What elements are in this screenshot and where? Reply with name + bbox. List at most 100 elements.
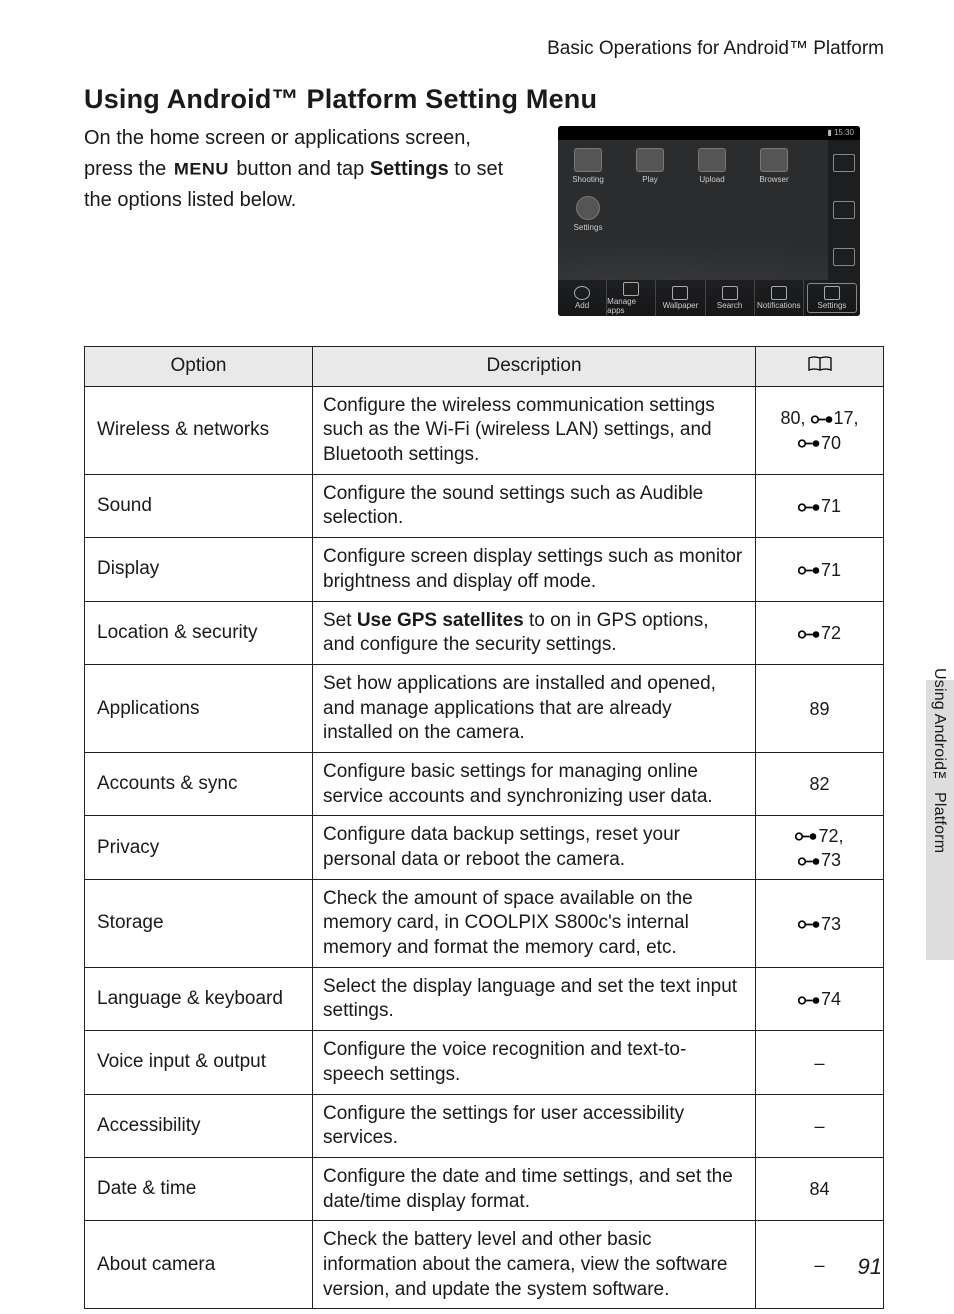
reference-cell: 73 <box>756 879 884 967</box>
ref-text: 17, <box>834 408 859 428</box>
bottom-add: Add <box>558 280 607 316</box>
book-icon <box>808 355 832 377</box>
ref-line: – <box>766 1114 873 1138</box>
description-cell: Configure the settings for user accessib… <box>313 1094 756 1157</box>
ref-text: 72 <box>821 623 841 643</box>
ref-text: 73 <box>821 914 841 934</box>
status-time: 15:30 <box>834 128 854 137</box>
reference-icon <box>811 414 833 425</box>
ref-text: – <box>814 1053 824 1073</box>
ref-text: 72, <box>818 826 843 846</box>
ref-text: 80, <box>780 408 810 428</box>
description-cell: Configure the voice recognition and text… <box>313 1031 756 1094</box>
ref-line: 72, <box>766 824 873 848</box>
reference-cell: – <box>756 1031 884 1094</box>
reference-cell: 82 <box>756 752 884 815</box>
table-row: DisplayConfigure screen display settings… <box>85 538 884 601</box>
reference-icon <box>798 565 820 576</box>
description-cell: Set Use GPS satellites to on in GPS opti… <box>313 601 756 664</box>
reference-icon <box>795 831 817 842</box>
ref-line: 82 <box>766 772 873 796</box>
table-row: About cameraCheck the battery level and … <box>85 1221 884 1309</box>
bottom-manage: Manage apps <box>607 280 656 316</box>
description-cell: Configure the sound settings such as Aud… <box>313 474 756 537</box>
reference-cell: 71 <box>756 538 884 601</box>
bottom-label: Wallpaper <box>663 301 699 310</box>
table-row: Date & timeConfigure the date and time s… <box>85 1157 884 1220</box>
col-option: Option <box>85 347 313 387</box>
desc-bold: Use GPS satellites <box>357 610 524 631</box>
side-btn-3 <box>833 248 855 266</box>
ref-line: 89 <box>766 697 873 721</box>
col-description: Description <box>313 347 756 387</box>
table-header-row: Option Description <box>85 347 884 387</box>
app-row-2: Settings <box>566 196 820 232</box>
reference-icon <box>798 629 820 640</box>
col-reference <box>756 347 884 387</box>
app-browser: Browser <box>752 148 796 184</box>
table-row: Voice input & outputConfigure the voice … <box>85 1031 884 1094</box>
bottom-settings: Settings <box>807 283 857 313</box>
table-row: ApplicationsSet how applications are ins… <box>85 664 884 752</box>
app-settings: Settings <box>566 196 610 232</box>
ref-text: 70 <box>821 433 841 453</box>
page-header: Basic Operations for Android™ Platform <box>84 38 884 60</box>
app-play: Play <box>628 148 672 184</box>
intro-paragraph: On the home screen or applications scree… <box>84 123 514 216</box>
option-cell: Applications <box>85 664 313 752</box>
option-cell: About camera <box>85 1221 313 1309</box>
ref-line: 72 <box>766 621 873 645</box>
ref-line: 71 <box>766 494 873 518</box>
settings-table: Option Description Wireless & networksCo… <box>84 346 884 1309</box>
ref-text: 89 <box>809 699 829 719</box>
app-upload: Upload <box>690 148 734 184</box>
table-row: SoundConfigure the sound settings such a… <box>85 474 884 537</box>
reference-cell: 72 <box>756 601 884 664</box>
description-cell: Set how applications are installed and o… <box>313 664 756 752</box>
android-screenshot: ▮ 15:30 Shooting Play Upload Browser Set… <box>558 126 860 316</box>
option-cell: Wireless & networks <box>85 386 313 474</box>
description-cell: Configure the wireless communication set… <box>313 386 756 474</box>
reference-icon <box>798 438 820 449</box>
ref-text: 82 <box>809 774 829 794</box>
description-cell: Check the battery level and other basic … <box>313 1221 756 1309</box>
settings-bold: Settings <box>370 158 449 180</box>
side-btn-1 <box>833 154 855 172</box>
table-row: StorageCheck the amount of space availab… <box>85 879 884 967</box>
description-cell: Configure data backup settings, reset yo… <box>313 816 756 879</box>
ref-line: 73 <box>766 912 873 936</box>
page-number: 91 <box>858 1254 882 1280</box>
reference-cell: 71 <box>756 474 884 537</box>
bottom-label: Notifications <box>757 301 801 310</box>
ref-line: 73 <box>766 848 873 872</box>
description-cell: Configure the date and time settings, an… <box>313 1157 756 1220</box>
side-text: Using Android™ Platform <box>930 668 948 853</box>
description-cell: Configure screen display settings such a… <box>313 538 756 601</box>
ref-line: – <box>766 1051 873 1075</box>
reference-cell: 84 <box>756 1157 884 1220</box>
ref-text: – <box>814 1116 824 1136</box>
description-cell: Configure basic settings for managing on… <box>313 752 756 815</box>
bottom-label: Settings <box>817 301 846 310</box>
ref-text: 71 <box>821 560 841 580</box>
option-cell: Date & time <box>85 1157 313 1220</box>
screenshot-bottom-bar: Add Manage apps Wallpaper Search Notific… <box>558 280 860 316</box>
option-cell: Accounts & sync <box>85 752 313 815</box>
screenshot-sidebar <box>828 140 860 280</box>
reference-icon <box>798 995 820 1006</box>
app-label: Browser <box>759 175 788 184</box>
ref-text: 74 <box>821 989 841 1009</box>
reference-icon <box>798 919 820 930</box>
status-bar: ▮ 15:30 <box>558 126 860 140</box>
option-cell: Display <box>85 538 313 601</box>
option-cell: Privacy <box>85 816 313 879</box>
reference-cell: 74 <box>756 967 884 1030</box>
option-cell: Accessibility <box>85 1094 313 1157</box>
table-row: Location & securitySet Use GPS satellite… <box>85 601 884 664</box>
description-cell: Select the display language and set the … <box>313 967 756 1030</box>
option-cell: Language & keyboard <box>85 967 313 1030</box>
bottom-label: Search <box>717 301 742 310</box>
option-cell: Location & security <box>85 601 313 664</box>
bottom-label: Add <box>575 301 589 310</box>
table-row: Accounts & syncConfigure basic settings … <box>85 752 884 815</box>
